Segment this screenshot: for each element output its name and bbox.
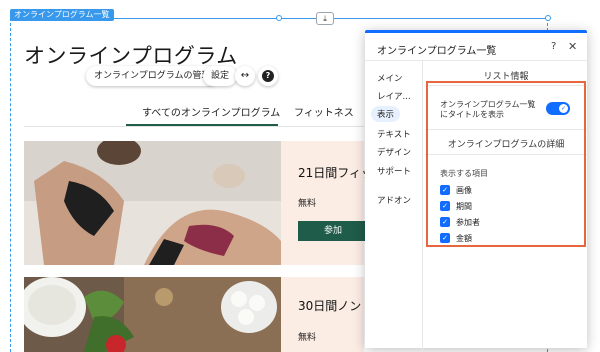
nav-item-main[interactable]: メイン: [377, 72, 403, 84]
close-icon[interactable]: ✕: [568, 40, 577, 53]
panel-help-icon[interactable]: ?: [551, 41, 556, 52]
program-price: 無料: [298, 199, 317, 209]
tabs-divider: [24, 126, 364, 127]
program-price: 無料: [298, 333, 317, 343]
help-icon: ?: [262, 70, 274, 82]
tab-all-programs[interactable]: すべてのオンラインプログラム: [142, 104, 280, 119]
join-button[interactable]: 参加: [298, 221, 368, 241]
nav-item-addons[interactable]: アドオン: [377, 194, 411, 206]
highlight-box: [426, 81, 586, 247]
nav-item-design[interactable]: デザイン: [377, 146, 411, 158]
panel-nav: メイン レイア... 表示 テキスト デザイン サポート アドオン: [365, 61, 423, 351]
program-card[interactable]: 30日間ノン 無料: [24, 277, 364, 352]
program-image-fitness: [24, 141, 281, 265]
panel-title: オンラインプログラム一覧: [377, 46, 497, 57]
settings-button[interactable]: 設定: [203, 66, 238, 86]
active-tab-indicator: [126, 124, 278, 126]
nav-item-display[interactable]: 表示: [371, 106, 401, 122]
stretch-icon[interactable]: ↔: [235, 66, 255, 86]
program-title[interactable]: 30日間ノン: [298, 297, 361, 314]
tab-fitness[interactable]: フィットネス: [294, 104, 354, 119]
program-card[interactable]: 21日間フィット 無料 参加: [24, 141, 385, 265]
help-button[interactable]: ?: [258, 66, 278, 86]
anchor-icon[interactable]: ⤓: [316, 12, 334, 25]
manage-programs-button[interactable]: オンラインプログラムの管理: [86, 66, 219, 86]
nav-item-support[interactable]: サポート: [377, 165, 411, 177]
nav-item-layout[interactable]: レイア...: [377, 90, 411, 102]
selection-label[interactable]: オンラインプログラム一覧: [10, 9, 114, 21]
nav-item-text[interactable]: テキスト: [377, 128, 411, 140]
resize-handle-top[interactable]: [276, 15, 282, 21]
resize-handle-top-right[interactable]: [545, 15, 551, 21]
program-image-food: [24, 277, 281, 352]
